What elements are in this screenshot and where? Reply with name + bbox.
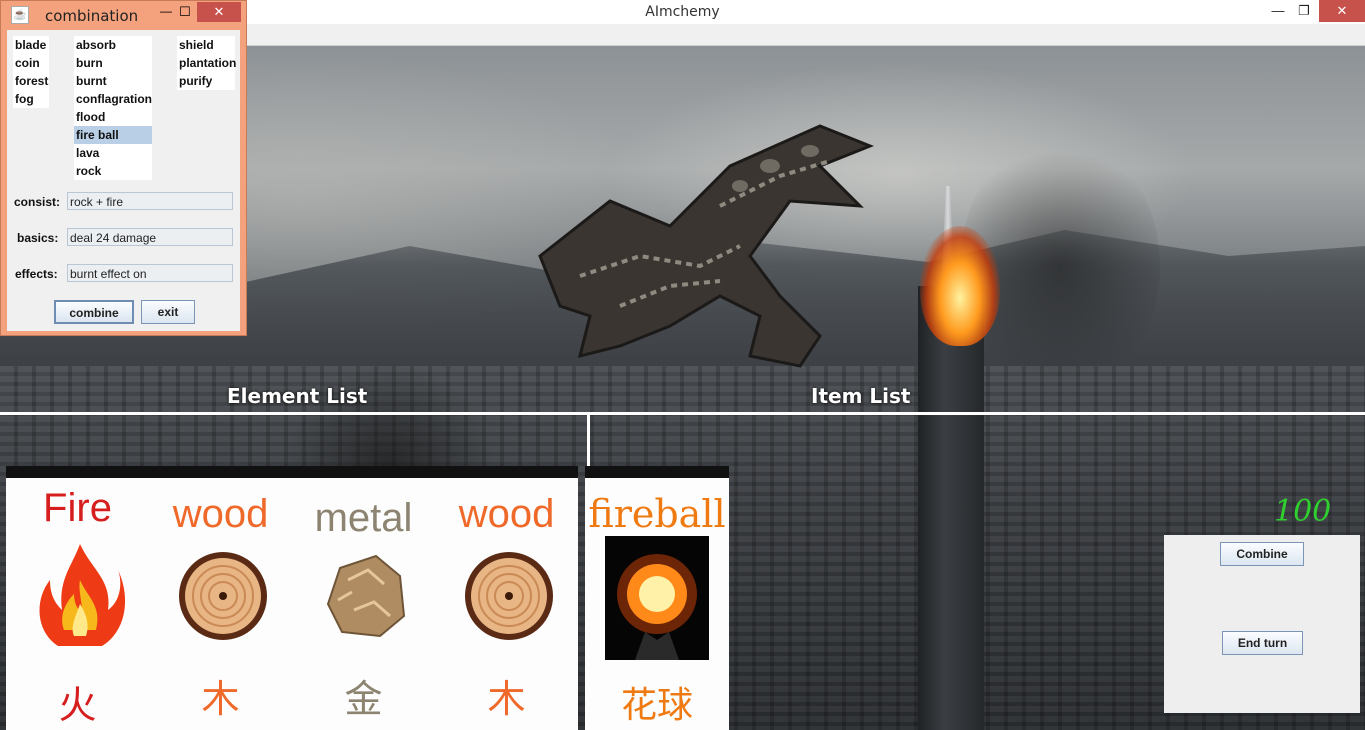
dialog-content: blade coin forest fog absorb burn burnt …	[7, 30, 240, 331]
consist-label: consist:	[14, 195, 61, 209]
minimize-button[interactable]: —	[1264, 0, 1292, 22]
list-divider	[587, 415, 590, 467]
dialog-title: combination	[45, 7, 139, 25]
combine-button[interactable]: Combine	[1220, 542, 1304, 566]
item-card-fireball[interactable]: fireball 花球	[585, 466, 729, 730]
metal-ore-icon	[326, 554, 406, 638]
fireball-icon	[605, 536, 709, 660]
list-item[interactable]: purify	[177, 72, 235, 90]
card-name: metal	[314, 496, 413, 540]
dragon-enemy[interactable]	[520, 106, 880, 386]
card-glyph: 木	[487, 677, 526, 721]
element-card-wood[interactable]: wood 木	[149, 478, 292, 730]
list-item-selected[interactable]: fire ball	[74, 126, 152, 144]
list-divider	[0, 412, 1365, 415]
dialog-combine-button[interactable]: combine	[54, 300, 134, 324]
element-card-list: Fire 火 wood 木 metal 金 wood 木	[6, 466, 578, 730]
card-glyph: 木	[201, 677, 240, 721]
card-name: wood	[458, 492, 555, 536]
combination-list[interactable]: absorb burn burnt conflagration flood fi…	[74, 36, 152, 180]
item-list-heading: Item List	[811, 384, 911, 408]
list-item[interactable]: burn	[74, 54, 152, 72]
dialog-exit-button[interactable]: exit	[141, 300, 195, 324]
list-item[interactable]: rock	[74, 162, 152, 180]
list-item[interactable]: flood	[74, 108, 152, 126]
list-item[interactable]: burnt	[74, 72, 152, 90]
close-button[interactable]: ✕	[1319, 0, 1365, 22]
element-card-metal[interactable]: metal 金	[292, 478, 435, 730]
combination-dialog: ☕ combination — ☐ ✕ blade coin forest fo…	[0, 0, 247, 336]
card-name: Fire	[43, 486, 112, 530]
element-card-fire[interactable]: Fire 火	[6, 478, 149, 730]
restore-button[interactable]: ❐	[1290, 0, 1318, 22]
card-glyph: 火	[58, 683, 97, 727]
list-item[interactable]: blade	[13, 36, 49, 54]
dialog-close-button[interactable]: ✕	[197, 2, 241, 22]
list-item[interactable]: lava	[74, 144, 152, 162]
effects-field[interactable]: burnt effect on	[67, 264, 233, 282]
action-panel: Combine End turn	[1164, 535, 1360, 713]
end-turn-button[interactable]: End turn	[1222, 631, 1303, 655]
list-item[interactable]: fog	[13, 90, 49, 108]
element-card-wood[interactable]: wood 木	[435, 478, 578, 730]
basics-field[interactable]: deal 24 damage	[67, 228, 233, 246]
basics-label: basics:	[17, 231, 59, 245]
list-item[interactable]: plantation	[177, 54, 236, 72]
card-glyph: 花球	[620, 685, 693, 726]
item-list[interactable]: shield plantation purify	[177, 36, 236, 90]
tower-fire	[920, 226, 1000, 346]
list-item[interactable]: coin	[13, 54, 49, 72]
consist-field[interactable]: rock + fire	[67, 192, 233, 210]
element-list-heading: Element List	[227, 384, 368, 408]
wood-log-icon	[179, 552, 267, 640]
effects-label: effects:	[15, 267, 58, 281]
burning-tower	[918, 286, 984, 730]
element-list[interactable]: blade coin forest fog	[13, 36, 49, 108]
wood-log-icon	[465, 552, 553, 640]
card-glyph: 金	[344, 677, 383, 721]
fire-icon	[39, 544, 126, 646]
card-name: wood	[172, 492, 269, 536]
card-name: fireball	[588, 492, 726, 536]
list-item[interactable]: forest	[13, 72, 49, 90]
java-icon: ☕	[11, 6, 29, 24]
health-points: 100	[1274, 494, 1332, 529]
dialog-maximize-button[interactable]: ☐	[173, 4, 197, 22]
list-item[interactable]: conflagration	[74, 90, 152, 108]
list-item[interactable]: absorb	[74, 36, 152, 54]
list-item[interactable]: shield	[177, 36, 235, 54]
